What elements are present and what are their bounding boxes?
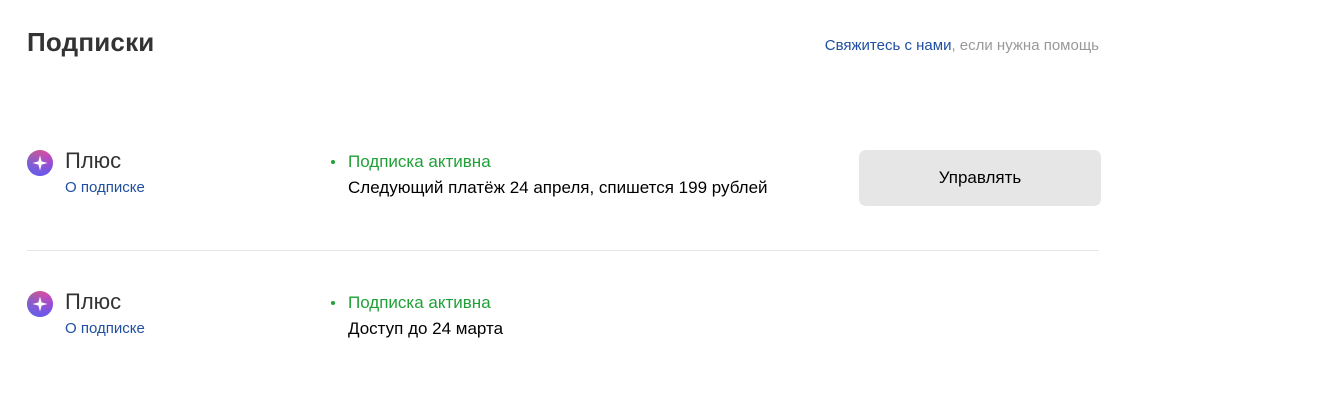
status-indicator: Подписка активна (329, 152, 768, 172)
status-text: Подписка активна (348, 152, 491, 171)
plus-logo-icon (27, 150, 53, 176)
help-note: Свяжитесь с нами, если нужна помощь (825, 37, 1099, 54)
status-dot-icon (331, 160, 335, 164)
about-subscription-link[interactable]: О подписке (65, 179, 145, 196)
subscription-status-block: Подписка активна Доступ до 24 марта (329, 293, 503, 339)
payment-info: Следующий платёж 24 апреля, спишется 199… (348, 178, 768, 197)
row-divider (27, 250, 1099, 251)
subscription-status-block: Подписка активна Следующий платёж 24 апр… (329, 152, 768, 198)
status-dot-icon (331, 301, 335, 305)
contact-us-link[interactable]: Свяжитесь с нами (825, 37, 952, 54)
subscription-row: Плюс О подписке Подписка активна Доступ … (27, 289, 1099, 349)
status-text: Подписка активна (348, 293, 491, 312)
help-note-suffix: , если нужна помощь (951, 37, 1099, 54)
access-info: Доступ до 24 марта (348, 319, 504, 338)
subscription-name: Плюс (65, 148, 122, 173)
plus-logo-icon (27, 291, 53, 317)
subscription-row: Плюс О подписке Подписка активна Следующ… (27, 148, 1101, 218)
subscription-name: Плюс (65, 289, 122, 314)
status-indicator: Подписка активна (329, 293, 503, 313)
subscriptions-page: Подписки Свяжитесь с нами, если нужна по… (0, 0, 1324, 406)
about-subscription-link[interactable]: О подписке (65, 320, 145, 337)
manage-subscription-button[interactable]: Управлять (859, 150, 1101, 206)
page-title: Подписки (27, 27, 155, 57)
